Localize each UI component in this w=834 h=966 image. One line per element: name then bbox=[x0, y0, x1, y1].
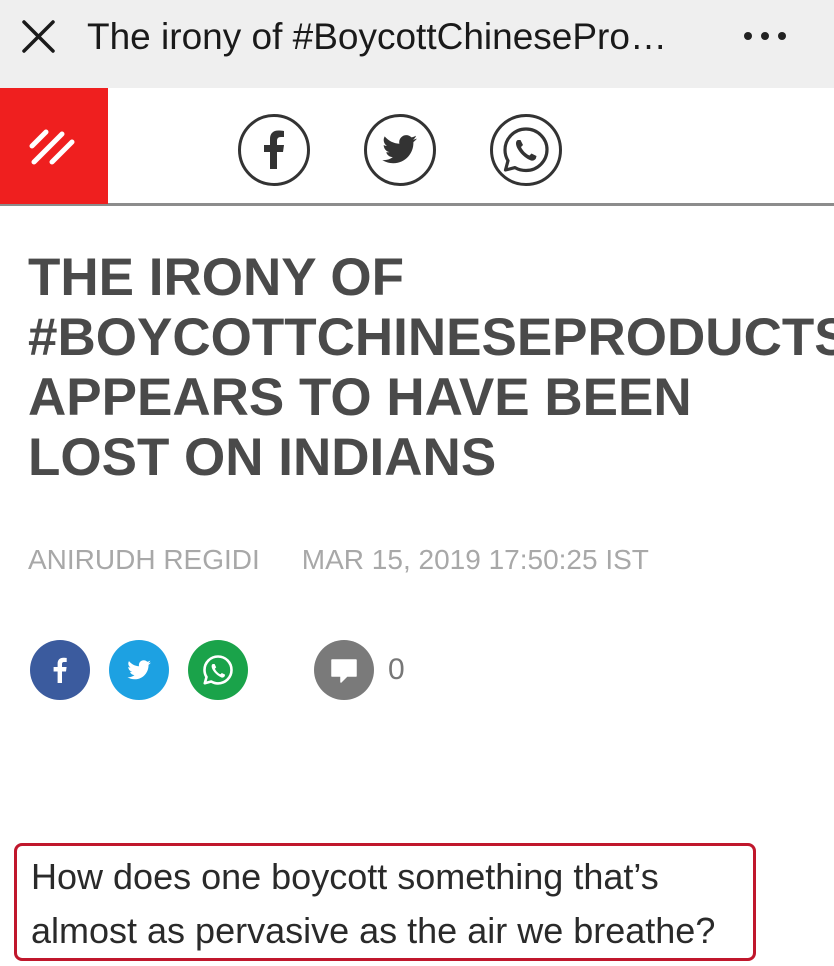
facebook-icon bbox=[264, 130, 284, 169]
facebook-share-circle[interactable] bbox=[30, 640, 90, 700]
twitter-share-circle[interactable] bbox=[109, 640, 169, 700]
article-headline: THE IRONY OF #BOYCOTTCHINESEPRODUCTS APP… bbox=[28, 248, 834, 488]
facebook-icon bbox=[53, 657, 67, 683]
twitter-icon bbox=[127, 660, 151, 680]
comments-button[interactable] bbox=[314, 640, 374, 700]
more-options-icon[interactable] bbox=[740, 24, 790, 48]
comment-icon bbox=[331, 659, 357, 683]
whatsapp-share-circle[interactable] bbox=[188, 640, 248, 700]
highlighted-pullquote: How does one boycott something that’s al… bbox=[14, 843, 756, 961]
byline: ANIRUDH REGIDI MAR 15, 2019 17:50:25 IST bbox=[28, 540, 649, 580]
comment-count: 0 bbox=[388, 653, 405, 686]
author-name[interactable]: ANIRUDH REGIDI bbox=[28, 544, 260, 575]
headline-line: LOST ON INDIANS bbox=[28, 428, 497, 487]
twitter-share-button[interactable] bbox=[364, 114, 436, 186]
logo-slashes-icon bbox=[29, 129, 75, 165]
headline-line: APPEARS TO HAVE BEEN bbox=[28, 368, 692, 427]
app-bar: The irony of #BoycottChinesePro… bbox=[0, 0, 834, 88]
twitter-icon bbox=[382, 135, 417, 164]
whatsapp-icon bbox=[203, 655, 233, 685]
facebook-share-button[interactable] bbox=[238, 114, 310, 186]
page-title: The irony of #BoycottChinesePro… bbox=[87, 16, 667, 57]
whatsapp-icon bbox=[503, 127, 549, 173]
whatsapp-share-button[interactable] bbox=[490, 114, 562, 186]
headline-line: #BOYCOTTCHINESEPRODUCTS bbox=[28, 308, 834, 367]
site-logo[interactable] bbox=[0, 88, 108, 204]
close-icon[interactable] bbox=[20, 18, 60, 58]
headline-line: THE IRONY OF bbox=[28, 248, 404, 307]
site-header bbox=[0, 88, 834, 206]
publish-date: MAR 15, 2019 17:50:25 IST bbox=[301, 544, 649, 575]
